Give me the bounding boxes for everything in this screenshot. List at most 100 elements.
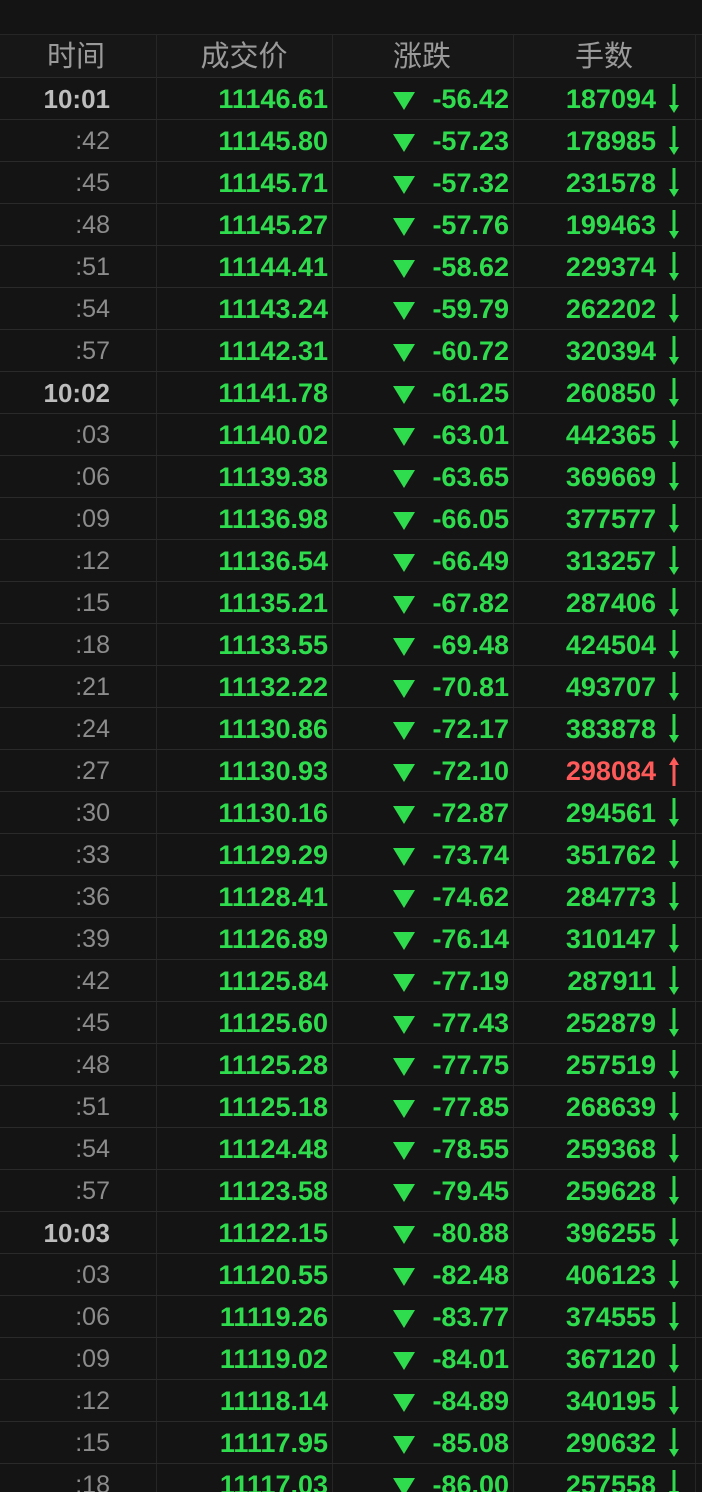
down-triangle-icon [393,974,415,992]
row-change: -78.55 [432,1134,509,1164]
table-row[interactable]: 10:03 11122.15 -80.88 396255 [0,1212,702,1254]
table-row[interactable]: :45 11125.60 -77.43 252879 [0,1002,702,1044]
arrow-down-icon [669,672,679,701]
arrow-down-icon [669,294,679,323]
table-row[interactable]: 10:01 11146.61 -56.42 187094 [0,78,702,120]
down-triangle-icon [393,638,415,656]
row-price: 11145.71 [218,168,328,198]
row-price: 11145.27 [218,210,328,240]
table-row[interactable]: :54 11124.48 -78.55 259368 [0,1128,702,1170]
row-volume: 493707 [565,672,656,702]
row-price: 11135.21 [218,588,328,618]
table-row[interactable]: :30 11130.16 -72.87 294561 [0,792,702,834]
down-triangle-icon [393,1268,415,1286]
row-volume: 259368 [565,1134,656,1164]
table-row[interactable]: :21 11132.22 -70.81 493707 [0,666,702,708]
row-change: -76.14 [432,924,509,954]
table-row[interactable]: :09 11119.02 -84.01 367120 [0,1338,702,1380]
row-volume: 260850 [565,378,656,408]
table-row[interactable]: :42 11125.84 -77.19 287911 [0,960,702,1002]
row-volume: 259628 [565,1176,656,1206]
arrow-down-icon [669,504,679,533]
table-row[interactable]: :54 11143.24 -59.79 262202 [0,288,702,330]
table-row[interactable]: :03 11120.55 -82.48 406123 [0,1254,702,1296]
row-price: 11130.86 [218,714,328,744]
table-row[interactable]: :36 11128.41 -74.62 284773 [0,876,702,918]
table-row[interactable]: :03 11140.02 -63.01 442365 [0,414,702,456]
table-row[interactable]: :24 11130.86 -72.17 383878 [0,708,702,750]
row-change: -58.62 [432,252,509,282]
arrow-down-icon [669,126,679,155]
table-row[interactable]: :09 11136.98 -66.05 377577 [0,498,702,540]
row-time: :15 [75,1429,110,1457]
row-price: 11136.54 [218,546,328,576]
down-triangle-icon [393,554,415,572]
row-change: -63.65 [432,462,509,492]
down-triangle-icon [393,680,415,698]
arrow-down-icon [669,630,679,659]
table-row[interactable]: :45 11145.71 -57.32 231578 [0,162,702,204]
row-price: 11128.41 [218,882,328,912]
table-row[interactable]: :42 11145.80 -57.23 178985 [0,120,702,162]
row-time: :12 [75,1387,110,1415]
row-change: -77.85 [432,1092,509,1122]
row-price: 11141.78 [218,378,328,408]
arrow-down-icon [669,1176,679,1205]
table-row[interactable]: :12 11118.14 -84.89 340195 [0,1380,702,1422]
arrow-up-icon [669,757,679,786]
table-row[interactable]: :57 11123.58 -79.45 259628 [0,1170,702,1212]
row-time: :09 [75,505,110,533]
table-row[interactable]: :15 11117.95 -85.08 290632 [0,1422,702,1464]
table-row[interactable]: :27 11130.93 -72.10 298084 [0,750,702,792]
arrow-down-icon [669,1008,679,1037]
row-volume: 199463 [565,210,656,240]
row-time: :03 [75,421,110,449]
arrow-down-icon [669,1302,679,1331]
row-price: 11129.29 [218,840,328,870]
row-price: 11140.02 [218,420,328,450]
table-row[interactable]: :48 11125.28 -77.75 257519 [0,1044,702,1086]
arrow-down-icon [669,798,679,827]
table-row[interactable]: :33 11129.29 -73.74 351762 [0,834,702,876]
table-row[interactable]: :06 11139.38 -63.65 369669 [0,456,702,498]
header-price: 成交价 [200,41,288,73]
row-volume: 377577 [565,504,656,534]
row-time: :45 [75,169,110,197]
arrow-down-icon [669,1218,679,1247]
table-row[interactable]: :48 11145.27 -57.76 199463 [0,204,702,246]
table-row[interactable]: :15 11135.21 -67.82 287406 [0,582,702,624]
row-change: -79.45 [432,1176,509,1206]
row-price: 11132.22 [218,672,328,702]
row-time: 10:03 [43,1218,111,1248]
arrow-down-icon [669,252,679,281]
row-time: :57 [75,1177,110,1205]
down-triangle-icon [393,890,415,908]
row-time: :30 [75,799,110,827]
table-row[interactable]: :57 11142.31 -60.72 320394 [0,330,702,372]
row-volume: 284773 [565,882,656,912]
down-triangle-icon [393,806,415,824]
down-triangle-icon [393,470,415,488]
row-price: 11142.31 [218,336,328,366]
row-change: -67.82 [432,588,509,618]
table-row[interactable]: :39 11126.89 -76.14 310147 [0,918,702,960]
down-triangle-icon [393,260,415,278]
row-time: :54 [75,1135,110,1163]
row-change: -66.05 [432,504,509,534]
table-row[interactable]: :06 11119.26 -83.77 374555 [0,1296,702,1338]
row-price: 11117.95 [219,1428,328,1458]
table-row[interactable]: :12 11136.54 -66.49 313257 [0,540,702,582]
row-price: 11133.55 [218,630,328,660]
table-row[interactable]: :18 11117.03 -86.00 257558 [0,1464,702,1492]
tick-list[interactable]: 10:01 11146.61 -56.42 187094:42 11145.80 -57.… [0,78,702,1492]
table-row[interactable]: :51 11144.41 -58.62 229374 [0,246,702,288]
down-triangle-icon [393,848,415,866]
row-change: -60.72 [432,336,509,366]
table-row[interactable]: :51 11125.18 -77.85 268639 [0,1086,702,1128]
table-row[interactable]: 10:02 11141.78 -61.25 260850 [0,372,702,414]
row-time: :06 [75,1303,110,1331]
row-price: 11145.80 [218,126,328,156]
row-change: -84.89 [432,1386,509,1416]
table-row[interactable]: :18 11133.55 -69.48 424504 [0,624,702,666]
row-price: 11119.02 [219,1344,328,1374]
